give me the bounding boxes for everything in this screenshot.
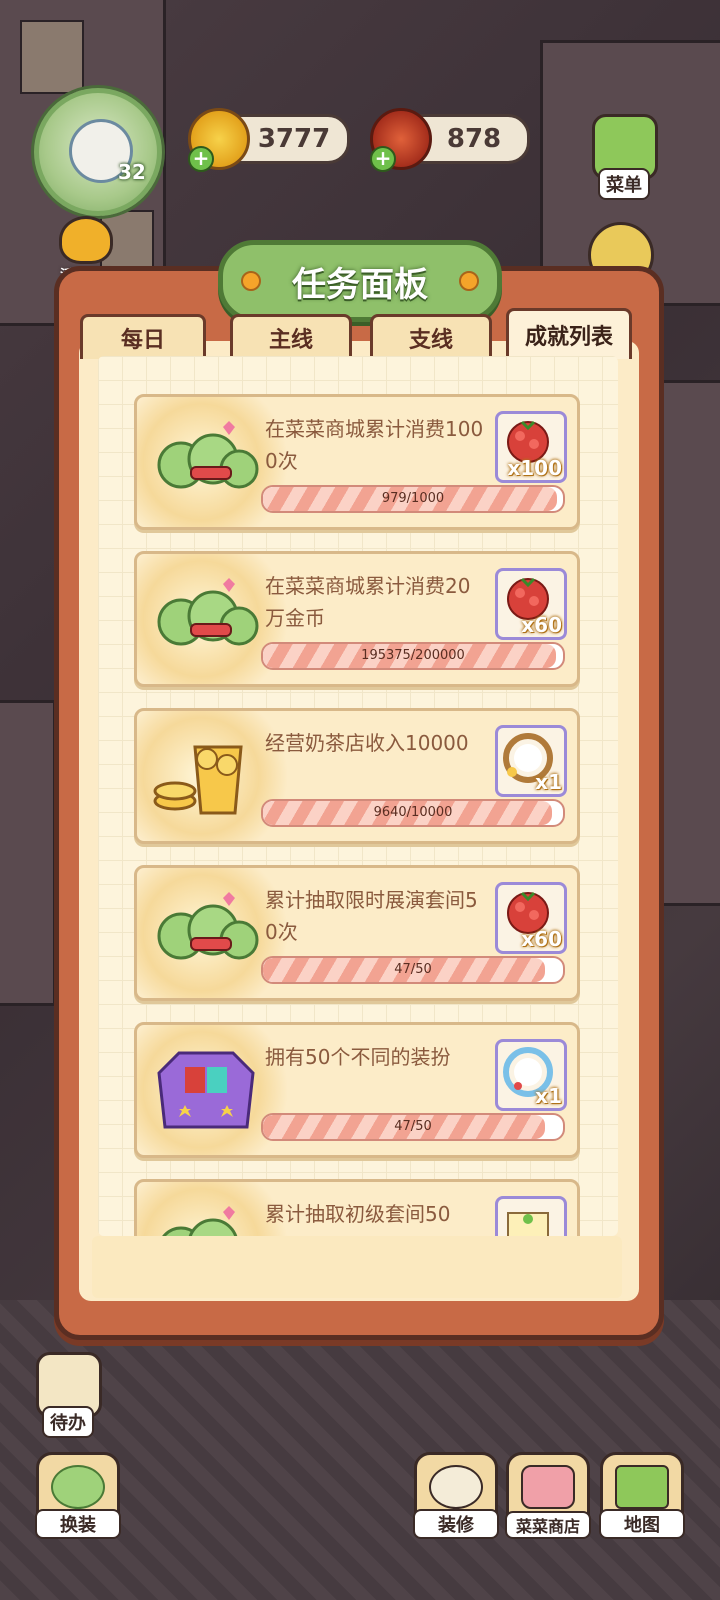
coin-cup-icon (151, 729, 261, 821)
reward-slot[interactable]: x60 (495, 568, 567, 640)
outfit-label: 换装 (35, 1509, 121, 1539)
reward-count: x100 (507, 456, 562, 480)
title-dot-right (459, 271, 479, 291)
task-text: 拥有50个不同的装扮 (265, 1045, 451, 1069)
add-food-button[interactable]: + (370, 146, 396, 172)
menu-button[interactable]: 菜单 (592, 114, 658, 200)
chick-chef-icon (429, 1465, 483, 1509)
building (0, 700, 56, 1006)
map-button[interactable]: 地图 (599, 1452, 685, 1539)
reward-slot[interactable]: x1 (495, 1039, 567, 1111)
food-value: 878 (446, 124, 502, 154)
veggie-shop-label: 菜菜商店 (505, 1511, 591, 1539)
chick-icon (59, 216, 113, 264)
add-coins-button[interactable]: + (188, 146, 214, 172)
task-text: 经营奶茶店收入10000 (265, 731, 469, 755)
todo-label: 待办 (42, 1406, 94, 1438)
decorate-label: 装修 (413, 1509, 499, 1539)
sprout-chicks-icon (151, 1200, 261, 1236)
tab-main[interactable]: 主线 (230, 314, 352, 359)
tab-main-label: 主线 (268, 328, 313, 353)
task-text: 累计抽取初级套间50 (265, 1202, 451, 1226)
task-text: 在菜菜商城累计消费20万金币 (265, 574, 471, 630)
task-card: 拥有50个不同的装扮 47/50 x1 (134, 1022, 580, 1158)
floor-tiles (0, 1300, 720, 1600)
decorate-button[interactable]: 装修 (413, 1452, 499, 1539)
title-dot-left (241, 271, 261, 291)
outfit-button[interactable]: 换装 (35, 1452, 121, 1539)
task-progress-bar: 47/50 (261, 956, 565, 984)
tab-daily[interactable]: 每日 (80, 314, 206, 359)
panel-title-text: 任务面板 (292, 264, 428, 305)
sprout-chick-icon (51, 1465, 105, 1509)
coin-value: 3777 (257, 124, 331, 154)
map-label: 地图 (599, 1509, 685, 1539)
progress-text: 9640/10000 (373, 805, 453, 820)
task-card: 在菜菜商城累计消费1000次 979/1000 x100 (134, 394, 580, 530)
sprout-chicks-icon (151, 415, 261, 507)
player-avatar[interactable] (34, 88, 162, 216)
reward-slot[interactable]: x1 (495, 725, 567, 797)
ticket-icon (507, 1212, 549, 1236)
shop-bag-icon (521, 1465, 575, 1509)
tab-achievements-label: 成就列表 (524, 325, 613, 350)
progress-text: 47/50 (394, 1119, 432, 1134)
building-window (20, 20, 84, 94)
tab-side-label: 支线 (408, 328, 453, 353)
progress-text: 47/50 (394, 962, 432, 977)
reward-count: x1 (535, 770, 562, 794)
progress-text: 979/1000 (381, 491, 445, 506)
task-progress-bar: 47/50 (261, 1113, 565, 1141)
building (660, 380, 720, 906)
tab-side[interactable]: 支线 (370, 314, 492, 359)
panel-bottom-strip (92, 1236, 622, 1298)
tab-daily-label: 每日 (120, 328, 165, 353)
reward-slot[interactable] (495, 1196, 567, 1236)
gift-bag-icon (151, 1043, 261, 1135)
task-card: 累计抽取初级套间50 (134, 1179, 580, 1236)
sprout-chicks-icon (151, 572, 261, 664)
task-card: 经营奶茶店收入10000 9640/10000 x1 (134, 708, 580, 844)
task-card: 在菜菜商城累计消费20万金币 195375/200000 x60 (134, 551, 580, 687)
reward-count: x60 (521, 613, 562, 637)
panel-title: 任务面板 (218, 240, 502, 322)
todo-button[interactable]: 待办 (36, 1352, 102, 1438)
tab-achievements[interactable]: 成就列表 (506, 308, 632, 359)
reward-count: x60 (521, 927, 562, 951)
task-text: 累计抽取限时展演套间50次 (265, 888, 478, 944)
veggie-shop-button[interactable]: 菜菜商店 (505, 1452, 591, 1539)
reward-slot[interactable]: x60 (495, 882, 567, 954)
menu-label: 菜单 (598, 168, 650, 200)
reward-slot[interactable]: x100 (495, 411, 567, 483)
task-card: 累计抽取限时展演套间50次 47/50 x60 (134, 865, 580, 1001)
task-progress-bar: 195375/200000 (261, 642, 565, 670)
task-list[interactable]: 在菜菜商城累计消费1000次 979/1000 x100 在菜菜商城累计消费20… (98, 356, 618, 1236)
progress-text: 195375/200000 (361, 648, 465, 663)
reward-count: x1 (535, 1084, 562, 1108)
player-level: 32 (118, 160, 146, 184)
map-icon (615, 1465, 669, 1509)
task-progress-bar: 979/1000 (261, 485, 565, 513)
task-text: 在菜菜商城累计消费1000次 (265, 417, 484, 473)
sprout-chicks-icon (151, 886, 261, 978)
task-progress-bar: 9640/10000 (261, 799, 565, 827)
